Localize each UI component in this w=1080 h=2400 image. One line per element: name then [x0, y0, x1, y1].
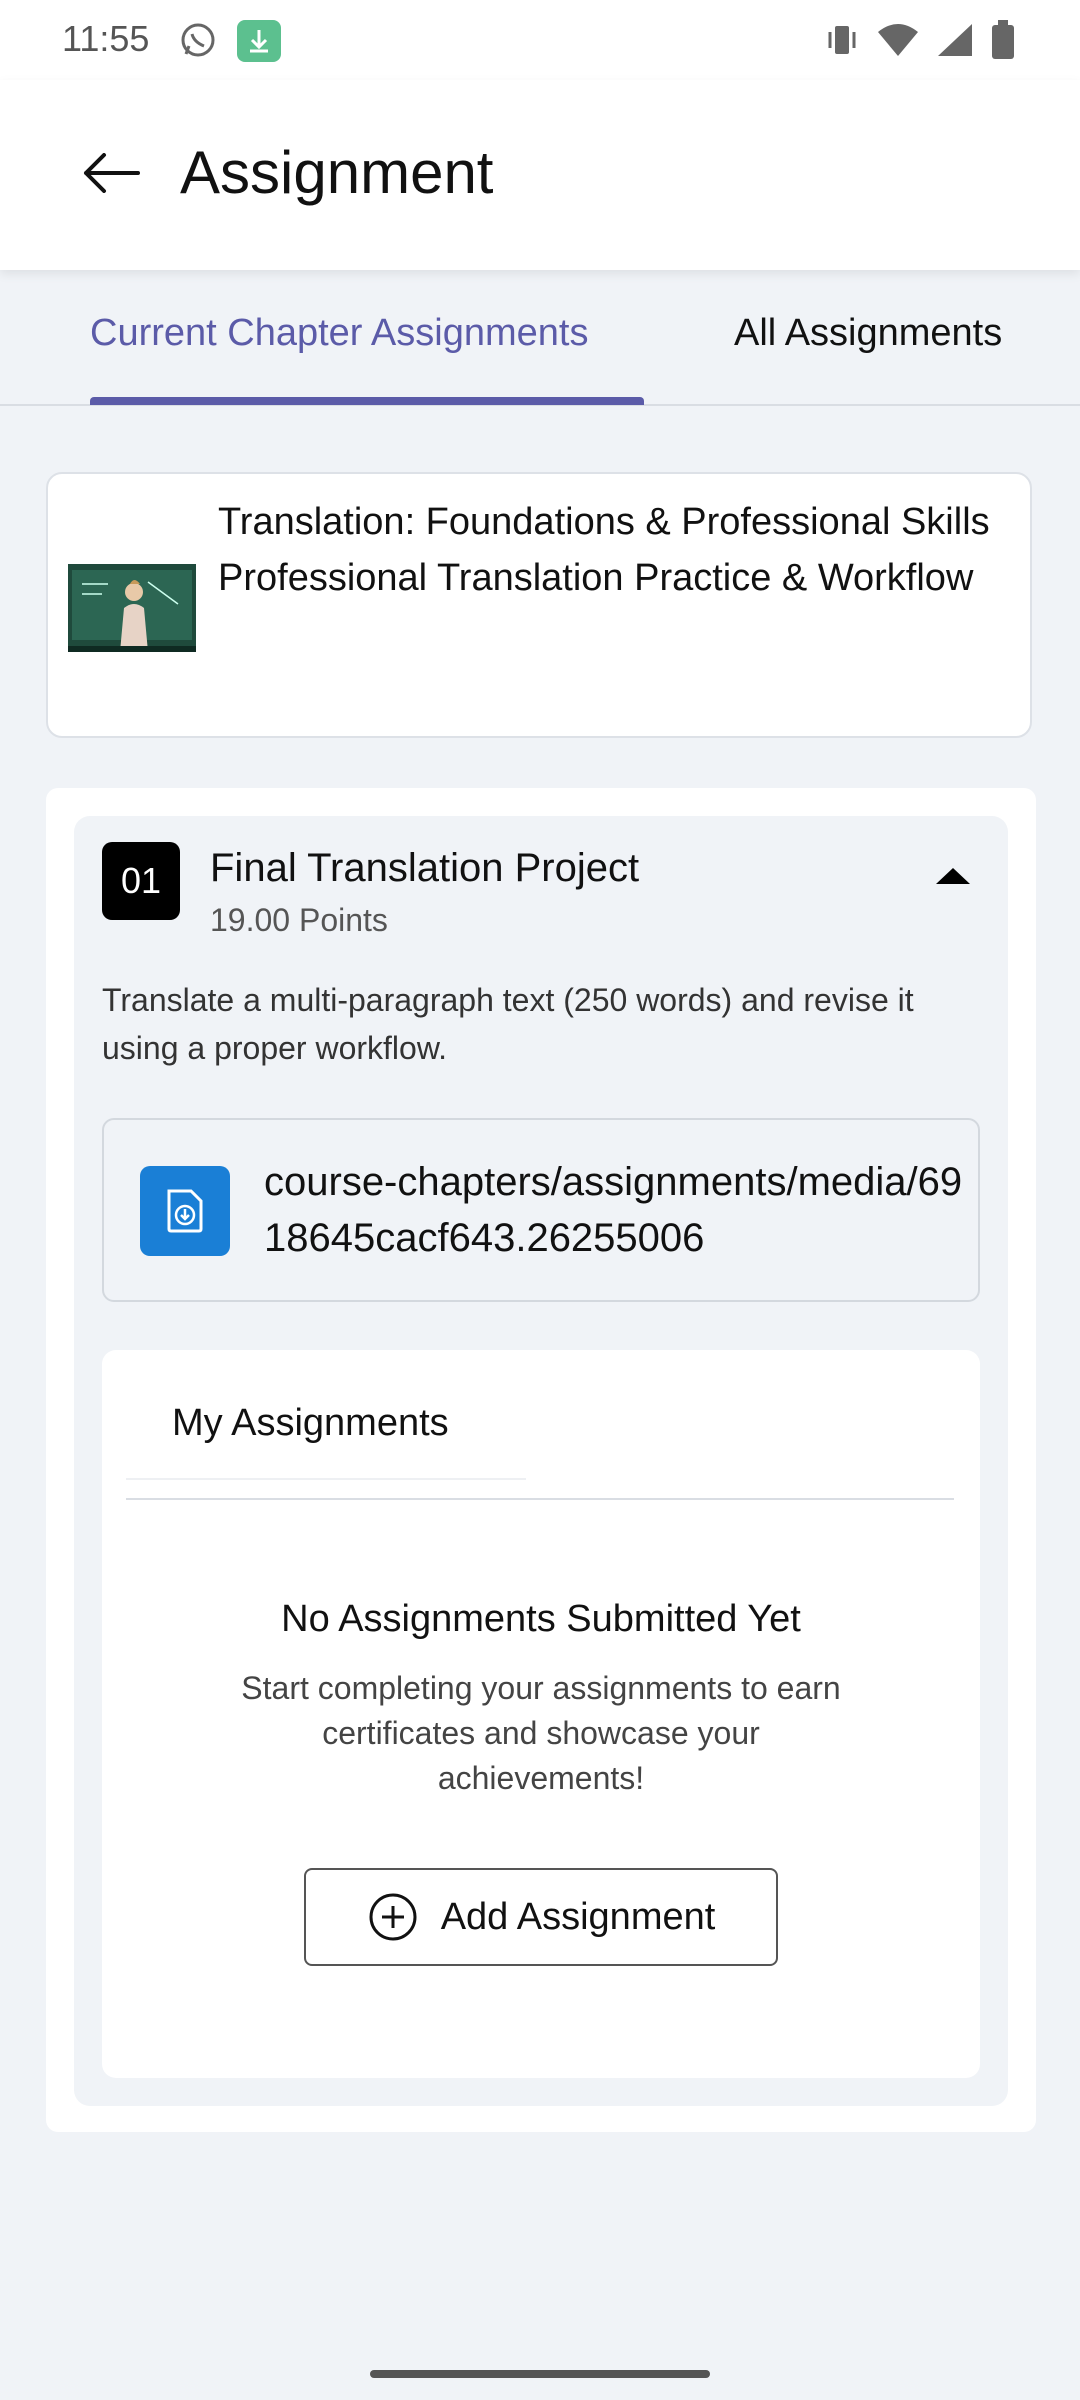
assignment-card: 01 Final Translation Project 19.00 Point…: [74, 816, 1008, 2106]
add-assignment-button[interactable]: Add Assignment: [304, 1868, 778, 1966]
assignment-points: 19.00 Points: [210, 902, 388, 938]
page-title: Assignment: [180, 139, 494, 206]
course-card[interactable]: Translation: Foundations & Professional …: [46, 472, 1032, 738]
battery-icon: [992, 20, 1014, 59]
tab-current-chapter-assignments[interactable]: Current Chapter Assignments: [90, 312, 588, 355]
active-tab-indicator: [90, 397, 644, 405]
plus-circle-icon: [369, 1893, 417, 1941]
my-assignments-title[interactable]: My Assignments: [172, 1402, 449, 1445]
my-assignments-panel: My Assignments No Assignments Submitted …: [102, 1350, 980, 2078]
divider: [126, 1498, 954, 1500]
course-title: Translation: Foundations & Professional …: [218, 501, 990, 543]
wifi-icon: [878, 24, 918, 56]
signal-icon: [938, 24, 972, 56]
add-assignment-label: Add Assignment: [440, 1895, 716, 1938]
course-info: Translation: Foundations & Professional …: [218, 494, 1008, 606]
empty-state-subtitle: Start completing your assignments to ear…: [241, 1670, 841, 1796]
file-path: course-chapters/assignments/media/691864…: [264, 1160, 963, 1260]
file-download-icon: [140, 1166, 230, 1256]
whatsapp-icon: [181, 23, 215, 57]
download-icon: [237, 20, 281, 62]
course-thumbnail: [68, 564, 196, 652]
status-time: 11:55: [62, 18, 150, 59]
gesture-navigation-bar[interactable]: [370, 2370, 710, 2378]
back-button[interactable]: [78, 140, 144, 206]
assignments-panel: 01 Final Translation Project 19.00 Point…: [46, 788, 1036, 2132]
course-chapter: Professional Translation Practice & Work…: [218, 557, 974, 599]
app-bar: Assignment: [0, 80, 1080, 270]
empty-state-title: No Assignments Submitted Yet: [281, 1598, 801, 1640]
collapse-button[interactable]: [928, 856, 978, 896]
arrow-left-icon: [84, 153, 140, 193]
assignment-title: Final Translation Project: [210, 846, 640, 890]
caret-up-icon: [936, 868, 970, 884]
assignment-description: Translate a multi-paragraph text (250 wo…: [102, 982, 914, 1066]
status-bar: 11:55: [0, 0, 1080, 80]
tab-all-assignments[interactable]: All Assignments: [734, 312, 1002, 355]
attachment-file[interactable]: course-chapters/assignments/media/691864…: [102, 1118, 980, 1302]
my-assignments-tab-underline: [126, 1478, 526, 1480]
tab-bar: Current Chapter Assignments All Assignme…: [0, 272, 1080, 406]
assignment-number-badge: 01: [102, 842, 180, 920]
vibrate-icon: [828, 26, 856, 54]
